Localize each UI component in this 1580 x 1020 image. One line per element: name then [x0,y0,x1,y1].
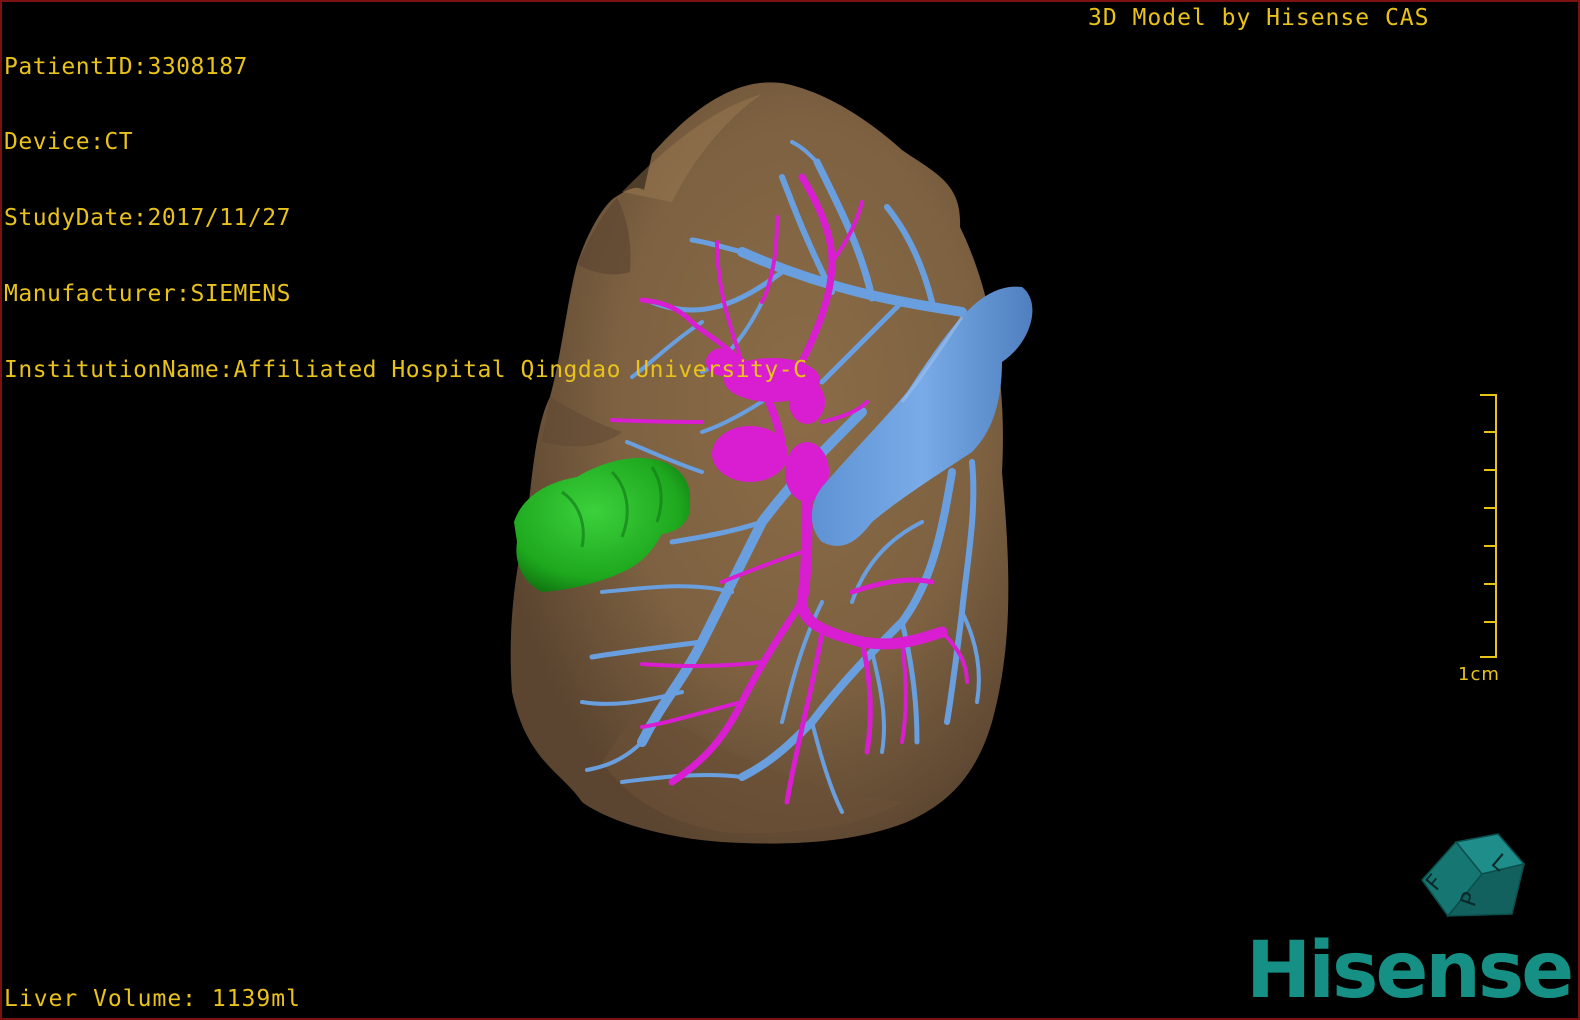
institution-name: InstitutionName:Affiliated Hospital Qing… [4,357,808,384]
hisense-logo: Hisense [1246,926,1574,1016]
study-date: StudyDate:2017/11/27 [4,205,291,232]
patient-id: PatientID:3308187 [4,53,248,80]
scale-label: 1cm [1458,664,1500,685]
3d-viewport[interactable]: PatientID:3308187 Device:CT StudyDate:20… [0,0,1580,1020]
study-info-overlay: PatientID:3308187 Device:CT StudyDate:20… [4,4,807,434]
liver-volume: Liver Volume: 1139ml [4,986,301,1012]
scale-bar [1480,394,1497,658]
manufacturer: Manufacturer:SIEMENS [4,281,291,308]
model-credit: 3D Model by Hisense CAS [1088,5,1430,31]
device: Device:CT [4,129,134,156]
